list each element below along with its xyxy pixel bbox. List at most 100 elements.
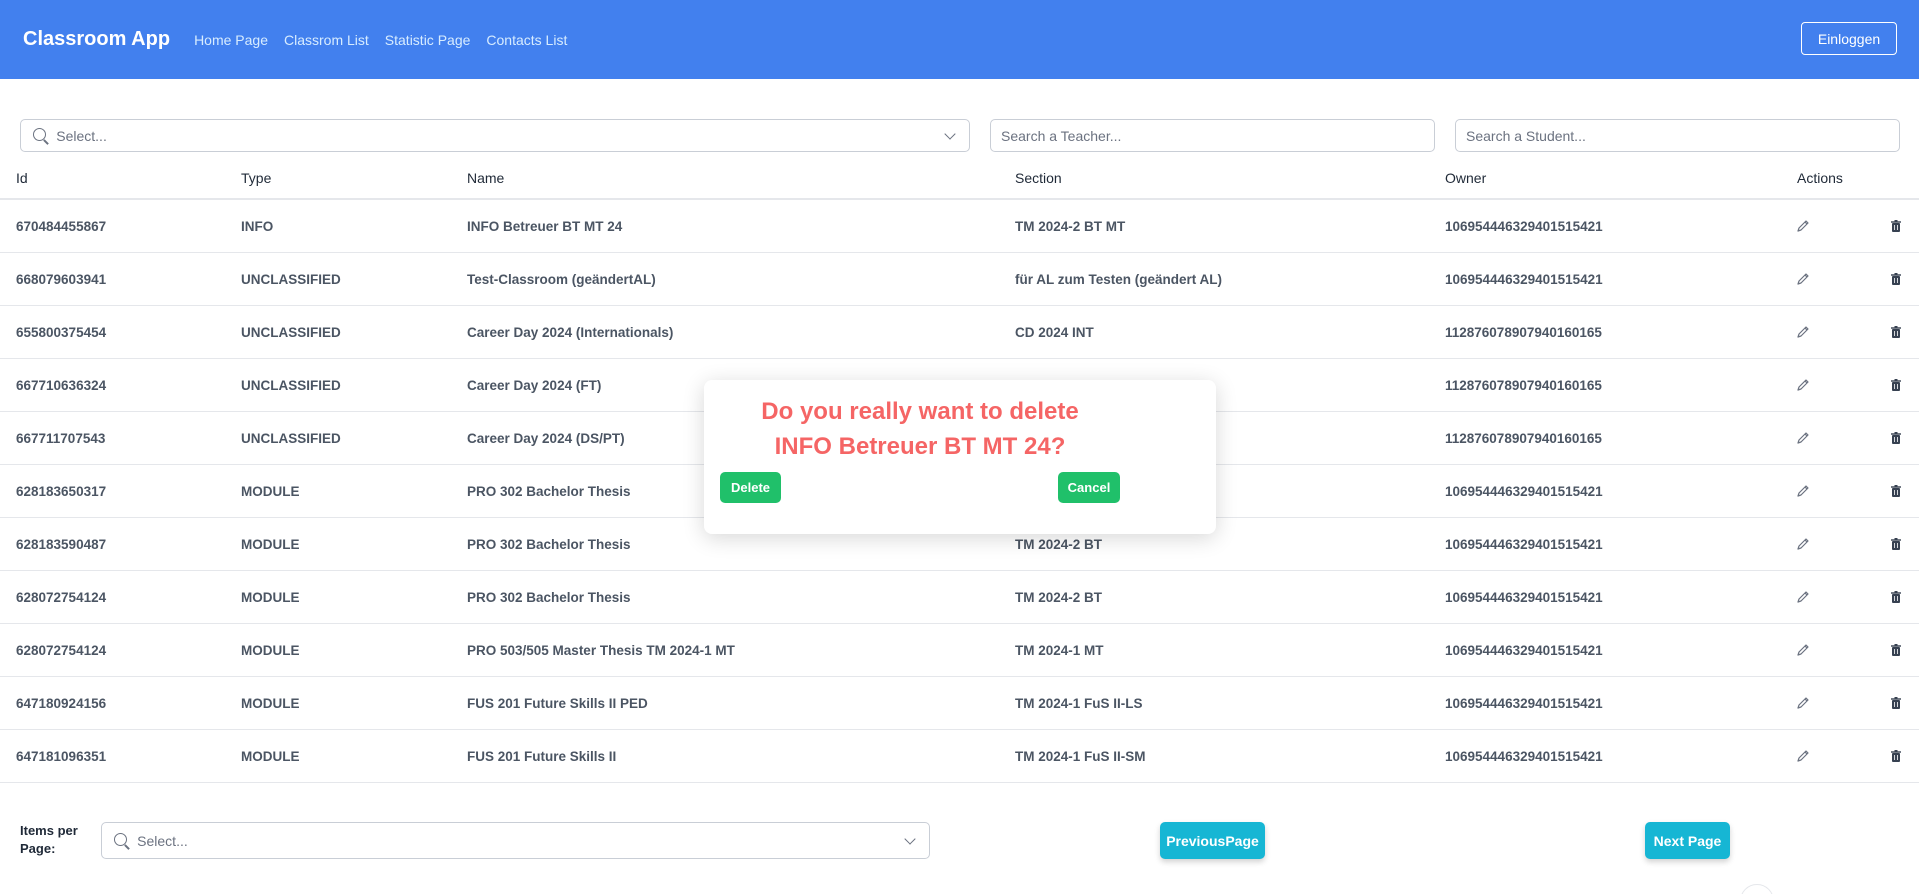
cell-id: 670484455867 (16, 218, 107, 234)
top-navbar: Classroom App Home Page Classrom List St… (0, 0, 1919, 79)
edit-icon[interactable] (1796, 325, 1810, 339)
edit-icon[interactable] (1796, 484, 1810, 498)
cell-owner: 106954446329401515421 (1445, 642, 1603, 658)
confirm-delete-button[interactable]: Delete (720, 472, 781, 503)
nav-contacts-list[interactable]: Contacts List (486, 32, 567, 48)
cell-type: UNCLASSIFIED (241, 377, 341, 393)
items-per-page-label: Items per Page: (20, 823, 78, 856)
delete-confirm-modal: Do you really want to delete INFO Betreu… (704, 380, 1216, 534)
cell-type: UNCLASSIFIED (241, 271, 341, 287)
cell-owner: 106954446329401515421 (1445, 271, 1603, 287)
header-name: Name (467, 170, 505, 186)
cell-owner: 106954446329401515421 (1445, 483, 1603, 499)
table-row: 670484455867 INFO INFO Betreuer BT MT 24 TM… (0, 200, 1919, 253)
items-per-page-input[interactable] (137, 832, 929, 849)
cell-owner: 106954446329401515421 (1445, 589, 1603, 605)
cell-id: 628072754124 (16, 589, 107, 605)
cell-section: TM 2024-2 BT (1015, 536, 1103, 552)
trash-icon[interactable] (1889, 431, 1903, 445)
cell-owner: 106954446329401515421 (1445, 748, 1603, 764)
search-icon (31, 126, 50, 146)
trash-icon[interactable] (1889, 537, 1903, 551)
cell-type: MODULE (241, 589, 300, 605)
items-per-page-select[interactable] (101, 822, 930, 859)
modal-title-line1: Do you really want to delete (761, 398, 1079, 425)
teacher-search-input[interactable] (1001, 127, 1434, 144)
trash-icon[interactable] (1889, 272, 1903, 286)
edit-icon[interactable] (1796, 643, 1810, 657)
cell-owner: 112876078907940160165 (1445, 377, 1602, 393)
table-row: 628072754124 MODULE PRO 503/505 Master The… (0, 624, 1919, 677)
trash-icon[interactable] (1889, 749, 1903, 763)
cell-id: 628183590487 (16, 536, 107, 552)
cell-type: MODULE (241, 483, 300, 499)
search-icon (112, 831, 131, 851)
cell-name: FUS 201 Future Skills II PED (467, 695, 648, 711)
header-actions: Actions (1797, 170, 1843, 186)
trash-icon[interactable] (1889, 484, 1903, 498)
cell-name: PRO 302 Bachelor Thesis (467, 589, 631, 605)
student-search-input[interactable] (1466, 127, 1899, 144)
cell-type: UNCLASSIFIED (241, 324, 341, 340)
cell-name: Test-Classroom (geändertAL) (467, 271, 656, 287)
cell-name: FUS 201 Future Skills II (467, 748, 617, 764)
cell-owner: 112876078907940160165 (1445, 430, 1602, 446)
edit-icon[interactable] (1796, 219, 1810, 233)
table-row: 647180924156 MODULE FUS 201 Future Skills … (0, 677, 1919, 730)
cell-name: PRO 302 Bachelor Thesis (467, 483, 631, 499)
cell-name: PRO 503/505 Master Thesis TM 2024-1 MT (467, 642, 735, 658)
table-row: 628072754124 MODULE PRO 302 Bachelor Thesi… (0, 571, 1919, 624)
modal-title-line2: INFO Betreuer BT MT 24? (774, 433, 1066, 460)
trash-icon[interactable] (1889, 643, 1903, 657)
edit-icon[interactable] (1796, 590, 1810, 604)
edit-icon[interactable] (1796, 749, 1810, 763)
edit-icon[interactable] (1796, 431, 1810, 445)
cell-name: Career Day 2024 (DS/PT) (467, 430, 625, 446)
trash-icon[interactable] (1889, 219, 1903, 233)
cell-section: für AL zum Testen (geändert AL) (1015, 271, 1223, 287)
cell-type: MODULE (241, 748, 300, 764)
edit-icon[interactable] (1796, 696, 1810, 710)
header-owner: Owner (1445, 170, 1487, 186)
nav-classroom-list[interactable]: Classrom List (284, 32, 369, 48)
classroom-select[interactable] (20, 119, 970, 152)
trash-icon[interactable] (1889, 696, 1903, 710)
cell-id: 647180924156 (16, 695, 107, 711)
cell-name: Career Day 2024 (Internationals) (467, 324, 674, 340)
edit-icon[interactable] (1796, 272, 1810, 286)
cell-owner: 106954446329401515421 (1445, 218, 1603, 234)
cell-section: TM 2024-1 FuS II-SM (1015, 748, 1146, 764)
cell-section: TM 2024-1 FuS II-LS (1015, 695, 1143, 711)
trash-icon[interactable] (1889, 325, 1903, 339)
next-page-button[interactable]: Next Page (1645, 822, 1730, 859)
cell-section: TM 2024-1 MT (1015, 642, 1104, 658)
login-button[interactable]: Einloggen (1801, 22, 1897, 55)
cell-id: 655800375454 (16, 324, 107, 340)
trash-icon[interactable] (1889, 378, 1903, 392)
trash-icon[interactable] (1889, 590, 1903, 604)
cell-type: MODULE (241, 642, 300, 658)
cancel-button[interactable]: Cancel (1058, 472, 1120, 503)
teacher-search-field[interactable] (990, 119, 1435, 152)
cell-id: 667711707543 (16, 430, 106, 446)
classroom-select-input[interactable] (56, 127, 969, 144)
table-row: 655800375454 UNCLASSIFIED Career Day 2024 … (0, 306, 1919, 359)
cell-id: 667710636324 (16, 377, 107, 393)
cell-name: Career Day 2024 (FT) (467, 377, 602, 393)
edit-icon[interactable] (1796, 537, 1810, 551)
cell-type: INFO (241, 218, 274, 234)
cell-type: MODULE (241, 695, 300, 711)
cell-section: CD 2024 INT (1015, 324, 1094, 340)
edit-icon[interactable] (1796, 378, 1810, 392)
cell-name: PRO 302 Bachelor Thesis (467, 536, 631, 552)
nav-statistic-page[interactable]: Statistic Page (385, 32, 471, 48)
scroll-top-indicator (1740, 884, 1774, 894)
header-id: Id (16, 170, 28, 186)
cell-section: TM 2024-2 BT MT (1015, 218, 1126, 234)
cell-owner: 106954446329401515421 (1445, 536, 1603, 552)
table-header: Id Type Name Section Owner Actions (0, 158, 1919, 200)
student-search-field[interactable] (1455, 119, 1900, 152)
app-brand[interactable]: Classroom App (23, 28, 170, 51)
previous-page-button[interactable]: PreviousPage (1160, 822, 1265, 859)
nav-home-page[interactable]: Home Page (194, 32, 268, 48)
